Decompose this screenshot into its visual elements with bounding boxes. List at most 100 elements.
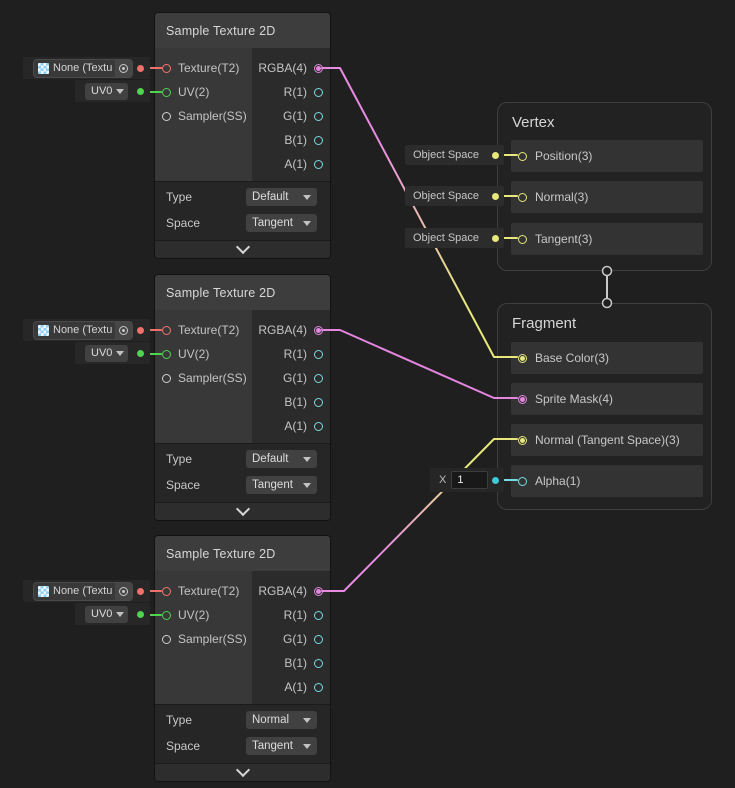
collapse-button[interactable] — [155, 240, 330, 258]
vertex-block-tangent[interactable]: Tangent(3) — [511, 223, 703, 255]
type-dropdown[interactable]: Default — [246, 450, 317, 468]
g-output-port[interactable] — [314, 635, 323, 644]
texture-thumbnail-icon — [38, 63, 49, 74]
wire-rgba3-to-normal-tangent-space[interactable] — [322, 439, 517, 591]
vertex-block-normal[interactable]: Normal(3) — [511, 181, 703, 213]
uv-channel-chip-3: UV0 — [75, 603, 150, 625]
sprite-mask-port[interactable] — [518, 395, 527, 404]
type-value: Default — [252, 453, 288, 465]
dropdown-arrow-icon — [116, 89, 124, 94]
vertex-context-node[interactable]: Vertex Position(3) Normal(3) Tangent(3) — [497, 102, 712, 271]
uv-input-port[interactable] — [162, 350, 171, 359]
connector-dot — [137, 588, 144, 595]
space-value: Tangent — [252, 217, 293, 229]
fragment-block-normal-tangent-space[interactable]: Normal (Tangent Space)(3) — [511, 424, 703, 456]
g-output-port[interactable] — [314, 112, 323, 121]
input-row-texture: Texture(T2) — [155, 56, 252, 80]
r-output-port[interactable] — [314, 88, 323, 97]
space-dropdown[interactable]: Tangent — [246, 214, 317, 232]
x-component-label: X — [439, 474, 446, 486]
tangent-port[interactable] — [518, 235, 527, 244]
base-color-port[interactable] — [518, 354, 527, 363]
node-title: Sample Texture 2D — [166, 547, 275, 561]
sample-texture-2d-node-2[interactable]: Sample Texture 2D Texture(T2) UV(2) Samp… — [155, 275, 330, 520]
object-field-value[interactable]: None (Textu — [34, 60, 115, 77]
node-header[interactable]: Sample Texture 2D — [155, 13, 330, 48]
dropdown-arrow-icon — [303, 221, 311, 226]
rgba-output-port[interactable] — [314, 64, 323, 73]
normal-port[interactable] — [518, 193, 527, 202]
texture-thumbnail-icon — [38, 586, 49, 597]
texture-default-field-1[interactable]: None (Textu — [23, 57, 150, 79]
collapse-button[interactable] — [155, 763, 330, 781]
sampler-input-port[interactable] — [162, 374, 171, 383]
alpha-value-input[interactable] — [451, 471, 488, 489]
sample-texture-2d-node-1[interactable]: Sample Texture 2D Texture(T2) UV(2) Samp… — [155, 13, 330, 258]
space-label: Space — [166, 478, 200, 492]
position-port[interactable] — [518, 152, 527, 161]
port-label: UV(2) — [178, 347, 209, 361]
type-label: Type — [166, 713, 192, 727]
r-output-port[interactable] — [314, 350, 323, 359]
uv-input-port[interactable] — [162, 88, 171, 97]
object-field[interactable]: None (Textu — [34, 60, 132, 77]
normal-tangent-space-port[interactable] — [518, 436, 527, 445]
node-title: Sample Texture 2D — [166, 286, 275, 300]
port-label: A(1) — [284, 419, 307, 433]
fragment-block-base-color[interactable]: Base Color(3) — [511, 342, 703, 374]
alpha-port[interactable] — [518, 477, 527, 486]
fragment-title: Fragment — [512, 315, 576, 332]
collapse-button[interactable] — [155, 502, 330, 520]
texture-input-port[interactable] — [162, 587, 171, 596]
object-field-value[interactable]: None (Textu — [34, 322, 115, 339]
texture-default-field-2[interactable]: None (Textu — [23, 319, 150, 341]
g-output-port[interactable] — [314, 374, 323, 383]
fragment-context-node[interactable]: Fragment Base Color(3) Sprite Mask(4) No… — [497, 303, 712, 510]
wire-rgba2-to-sprite-mask[interactable] — [322, 330, 517, 398]
node-settings: Type Default Space Tangent — [155, 181, 330, 240]
output-row-rgba: RGBA(4) — [252, 56, 330, 80]
fragment-block-alpha[interactable]: Alpha(1) — [511, 465, 703, 497]
a-output-port[interactable] — [314, 422, 323, 431]
node-header[interactable]: Sample Texture 2D — [155, 536, 330, 571]
sample-texture-2d-node-3[interactable]: Sample Texture 2D Texture(T2) UV(2) Samp… — [155, 536, 330, 781]
texture-input-port[interactable] — [162, 64, 171, 73]
a-output-port[interactable] — [314, 160, 323, 169]
shader-graph-canvas[interactable]: Sample Texture 2D Texture(T2) UV(2) Samp… — [0, 0, 735, 788]
b-output-port[interactable] — [314, 136, 323, 145]
r-output-port[interactable] — [314, 611, 323, 620]
object-picker-button[interactable] — [115, 322, 132, 339]
uv-channel-dropdown[interactable]: UV0 — [85, 83, 128, 100]
sampler-input-port[interactable] — [162, 635, 171, 644]
uv-input-port[interactable] — [162, 611, 171, 620]
object-field[interactable]: None (Textu — [34, 583, 132, 600]
object-picker-button[interactable] — [115, 60, 132, 77]
fragment-block-sprite-mask[interactable]: Sprite Mask(4) — [511, 383, 703, 415]
dropdown-arrow-icon — [116, 612, 124, 617]
b-output-port[interactable] — [314, 659, 323, 668]
normal-space-chip: Object Space — [405, 186, 504, 206]
sampler-input-port[interactable] — [162, 112, 171, 121]
node-header[interactable]: Sample Texture 2D — [155, 275, 330, 310]
uv-channel-dropdown[interactable]: UV0 — [85, 345, 128, 362]
node-port-area: Texture(T2) UV(2) Sampler(SS) RGBA(4) R(… — [155, 571, 330, 704]
uv-channel-dropdown[interactable]: UV0 — [85, 606, 128, 623]
b-output-port[interactable] — [314, 398, 323, 407]
space-dropdown[interactable]: Tangent — [246, 476, 317, 494]
object-field-value[interactable]: None (Textu — [34, 583, 115, 600]
output-row-rgba: RGBA(4) — [252, 318, 330, 342]
type-dropdown[interactable]: Normal — [246, 711, 317, 729]
texture-input-port[interactable] — [162, 326, 171, 335]
type-dropdown[interactable]: Default — [246, 188, 317, 206]
texture-default-field-3[interactable]: None (Textu — [23, 580, 150, 602]
rgba-output-port[interactable] — [314, 587, 323, 596]
a-output-port[interactable] — [314, 683, 323, 692]
rgba-output-port[interactable] — [314, 326, 323, 335]
chevron-down-icon — [235, 240, 249, 254]
wire-rgba1-to-base-color[interactable] — [322, 68, 517, 357]
object-picker-button[interactable] — [115, 583, 132, 600]
space-dropdown[interactable]: Tangent — [246, 737, 317, 755]
vertex-block-position[interactable]: Position(3) — [511, 140, 703, 172]
chevron-down-icon — [235, 502, 249, 516]
object-field[interactable]: None (Textu — [34, 322, 132, 339]
